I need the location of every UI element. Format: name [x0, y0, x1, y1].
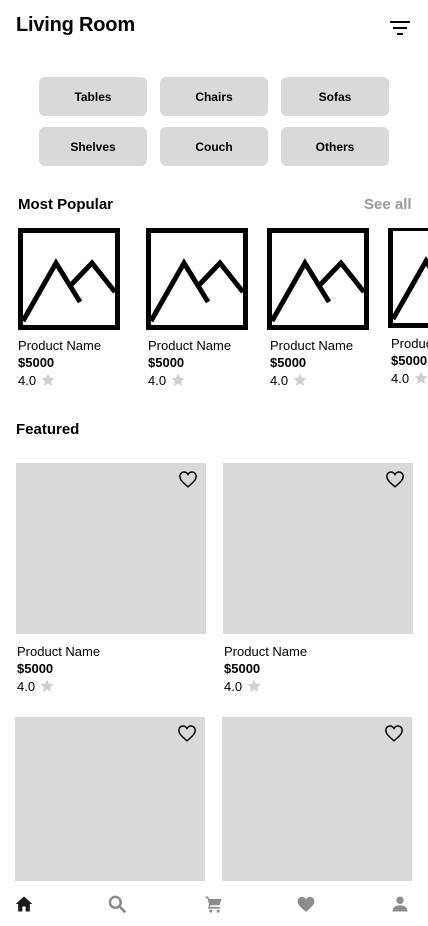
rating-value: 4.0 [17, 678, 36, 694]
nav-cart[interactable] [204, 894, 224, 914]
heart-outline-icon [385, 725, 403, 742]
image-placeholder-icon [146, 228, 248, 330]
category-chip-sofas[interactable]: Sofas [281, 77, 389, 116]
product-price: $5000 [391, 353, 428, 368]
nav-home[interactable] [14, 894, 34, 914]
popular-product-card[interactable]: Product Name $5000 4.0 [388, 228, 428, 386]
nav-profile[interactable] [390, 894, 410, 914]
bottom-nav [0, 881, 428, 926]
featured-product-card[interactable] [15, 717, 205, 881]
favorite-button[interactable] [384, 724, 404, 742]
rating-value: 4.0 [270, 372, 289, 388]
rating-value: 4.0 [391, 370, 410, 386]
category-chip-chairs[interactable]: Chairs [160, 77, 268, 116]
popular-product-card[interactable]: Product Name $5000 4.0 [146, 228, 266, 388]
product-price: $5000 [224, 661, 261, 676]
user-icon [392, 896, 408, 912]
popular-product-card[interactable]: Product Name $5000 4.0 [18, 228, 138, 388]
category-chip-tables[interactable]: Tables [39, 77, 147, 116]
product-rating: 4.0 [391, 370, 428, 386]
product-price: $5000 [148, 355, 185, 370]
product-rating: 4.0 [18, 372, 56, 388]
product-name: Product Name [391, 336, 428, 351]
featured-product-card[interactable]: Product Name $5000 4.0 [223, 463, 413, 694]
featured-product-card[interactable]: Product Name $5000 4.0 [16, 463, 206, 694]
filter-icon [390, 21, 410, 35]
heart-outline-icon [178, 725, 196, 742]
product-rating: 4.0 [17, 678, 55, 694]
product-rating: 4.0 [270, 372, 308, 388]
product-price: $5000 [17, 661, 54, 676]
star-icon [171, 373, 185, 386]
product-name: Product Name [224, 644, 308, 659]
product-name: Product Name [17, 644, 101, 659]
product-name: Product Name [270, 338, 354, 353]
star-icon [40, 679, 54, 692]
home-icon [15, 896, 33, 912]
featured-title: Featured [16, 421, 80, 438]
product-rating: 4.0 [148, 372, 186, 388]
star-icon [247, 679, 261, 692]
nav-search[interactable] [107, 894, 127, 914]
category-chip-couch[interactable]: Couch [160, 127, 268, 166]
featured-product-card[interactable] [222, 717, 412, 881]
popular-product-card[interactable]: Product Name $5000 4.0 [267, 228, 387, 388]
rating-value: 4.0 [224, 678, 243, 694]
rating-value: 4.0 [18, 372, 37, 388]
popular-carousel[interactable]: Product Name $5000 4.0 Product Name $500… [0, 228, 428, 393]
heart-outline-icon [386, 471, 404, 488]
heart-outline-icon [179, 471, 197, 488]
category-chip-shelves[interactable]: Shelves [39, 127, 147, 166]
favorite-button[interactable] [178, 470, 198, 488]
most-popular-title: Most Popular [18, 196, 114, 213]
page-title: Living Room [16, 14, 135, 36]
product-rating: 4.0 [224, 678, 262, 694]
see-all-link[interactable]: See all [364, 196, 412, 213]
product-name: Product Name [148, 338, 232, 353]
cart-icon [205, 896, 222, 913]
product-image-placeholder [16, 463, 206, 634]
image-placeholder-icon [18, 228, 120, 330]
product-name: Product Name [18, 338, 102, 353]
favorite-button[interactable] [177, 724, 197, 742]
heart-icon [297, 896, 315, 912]
product-price: $5000 [270, 355, 307, 370]
product-price: $5000 [18, 355, 55, 370]
filter-button[interactable] [388, 18, 412, 38]
rating-value: 4.0 [148, 372, 167, 388]
star-icon [293, 373, 307, 386]
search-icon [108, 895, 126, 913]
image-placeholder-icon [388, 228, 428, 328]
nav-favorites[interactable] [296, 894, 316, 914]
favorite-button[interactable] [385, 470, 405, 488]
image-placeholder-icon [267, 228, 369, 330]
star-icon [41, 373, 55, 386]
product-image-placeholder [223, 463, 413, 634]
star-icon [414, 371, 428, 384]
category-chip-others[interactable]: Others [281, 127, 389, 166]
